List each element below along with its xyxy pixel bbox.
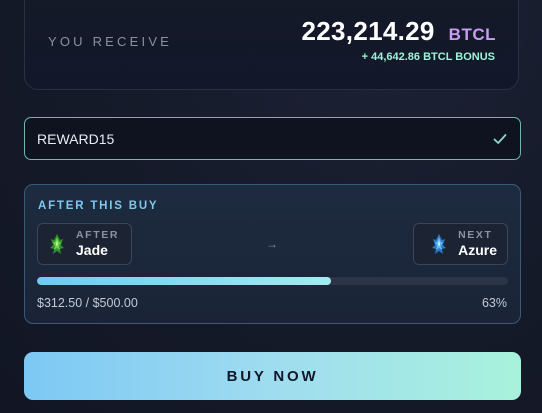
next-tier-box: NEXT Azure [413,223,508,265]
tier-progress-bar [37,277,508,285]
current-tier-caption: AFTER [76,228,119,241]
progress-amount: $312.50 / $500.00 [37,296,138,310]
jade-gem-icon [48,233,66,255]
purchase-panel: YOU RECEIVE 223,214.29 BTCL + 44,642.86 … [0,0,542,413]
current-tier-box: AFTER Jade [37,223,132,265]
next-tier-name: Azure [458,242,497,259]
receive-unit: BTCL [448,25,496,44]
receive-amount: 223,214.29 BTCL [302,16,496,47]
azure-gem-icon [430,233,448,255]
receive-label: YOU RECEIVE [48,34,173,49]
after-buy-title: AFTER THIS BUY [38,200,159,212]
after-buy-card: AFTER THIS BUY AFTER Jade → NEXT Azure $… [24,184,521,324]
receive-number: 223,214.29 [301,16,435,46]
progress-percent: 63% [481,296,507,310]
tier-progress-fill [37,277,332,285]
check-icon [492,131,508,147]
receive-bonus: + 44,642.86 BTCL BONUS [361,51,495,63]
current-tier-name: Jade [76,242,108,259]
promo-code-field[interactable] [24,117,521,160]
arrow-right-icon: → [266,237,278,251]
buy-now-button[interactable]: BUY NOW [24,352,521,400]
promo-code-input[interactable] [37,130,492,147]
next-tier-caption: NEXT [458,228,493,241]
